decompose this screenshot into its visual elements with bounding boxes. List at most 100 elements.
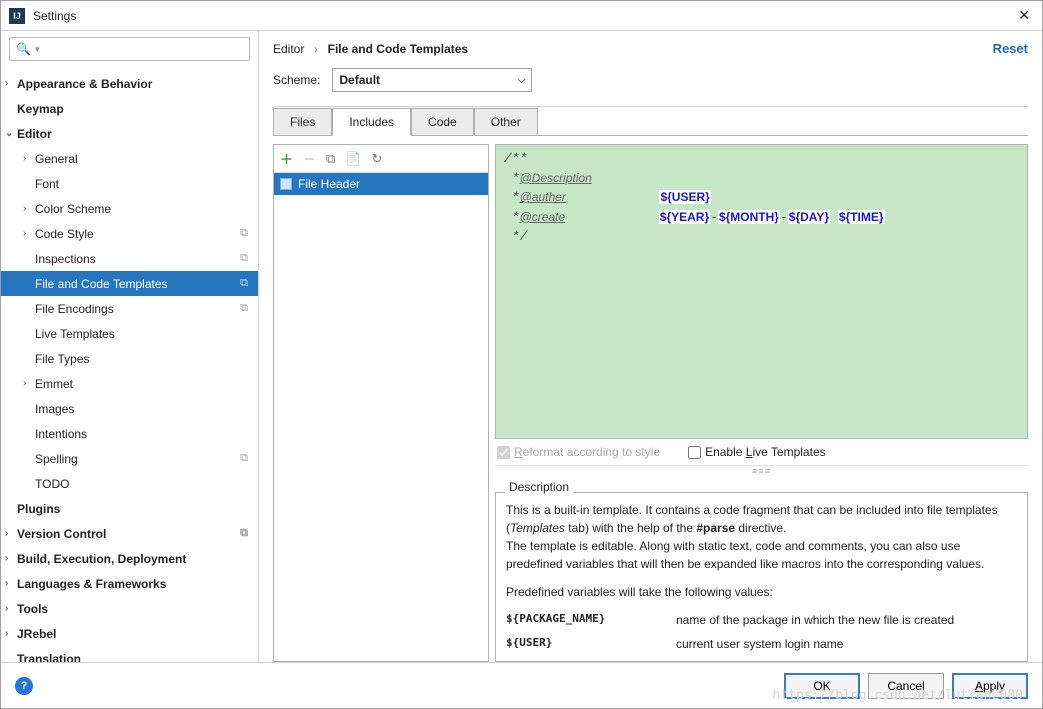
tree-item-label: Font [35, 177, 59, 191]
tree-item[interactable]: Plugins [1, 496, 258, 521]
reformat-check [497, 446, 510, 459]
window-title: Settings [33, 9, 1014, 23]
template-list-item[interactable]: File Header [274, 173, 488, 195]
variable-desc: current user system login name [676, 635, 843, 653]
template-editor[interactable]: /** *@Description *@auther ${USER} *@cre… [495, 144, 1028, 439]
tree-item-label: Color Scheme [35, 202, 111, 216]
expand-arrow-icon[interactable]: › [23, 153, 35, 164]
tree-item[interactable]: ›Appearance & Behavior [1, 71, 258, 96]
expand-arrow-icon[interactable]: › [5, 78, 17, 89]
copy-icon[interactable]: ⧉ [326, 151, 335, 167]
cancel-button[interactable]: Cancel [868, 673, 944, 699]
tree-item[interactable]: ⌄Editor [1, 121, 258, 146]
tree-item-label: Intentions [35, 427, 87, 441]
tree-item-label: General [35, 152, 78, 166]
tab-other[interactable]: Other [474, 108, 538, 136]
tree-item-label: JRebel [17, 627, 56, 641]
expand-arrow-icon[interactable]: › [23, 378, 35, 389]
tree-item[interactable]: Font [1, 171, 258, 196]
tree-item-label: TODO [35, 477, 69, 491]
tree-item-label: Languages & Frameworks [17, 577, 166, 591]
tree-item-label: Spelling [35, 452, 78, 466]
tree-item[interactable]: TODO [1, 471, 258, 496]
description-box: This is a built-in template. It contains… [495, 492, 1028, 662]
tree-item-label: Plugins [17, 502, 60, 516]
tree-item[interactable]: Intentions [1, 421, 258, 446]
remove-icon: － [303, 149, 316, 168]
breadcrumb-current: File and Code Templates [328, 42, 468, 56]
tab-includes[interactable]: Includes [332, 108, 411, 136]
refresh-icon[interactable]: ↻ [372, 151, 383, 167]
tree-item[interactable]: ›Code Style ⧉ [1, 221, 258, 246]
tree-item-label: File Types [35, 352, 89, 366]
tree-item-label: Code Style [35, 227, 94, 241]
tree-item-label: Inspections [35, 252, 96, 266]
tree-item[interactable]: ›Emmet [1, 371, 258, 396]
resize-grip-icon[interactable]: ≡≡≡ [752, 466, 771, 476]
tree-item[interactable]: Live Templates [1, 321, 258, 346]
tabs: FilesIncludesCodeOther [273, 107, 1028, 136]
expand-arrow-icon[interactable]: › [23, 203, 35, 214]
scope-icon: ⧉ [240, 527, 248, 540]
tree-item-label: Images [35, 402, 74, 416]
tree-item-label: Tools [17, 602, 48, 616]
tree-item[interactable]: ›Version Control ⧉ [1, 521, 258, 546]
scope-icon: ⧉ [240, 252, 248, 265]
apply-button[interactable]: Apply [952, 673, 1028, 699]
breadcrumb: Editor › File and Code Templates [273, 41, 993, 56]
expand-arrow-icon[interactable]: › [5, 528, 17, 539]
variable-key: ${PACKAGE_NAME} [506, 611, 676, 629]
description-legend: Description [505, 480, 573, 494]
tree-item[interactable]: Keymap [1, 96, 258, 121]
tree-item-label: Editor [17, 127, 52, 141]
tree-item[interactable]: ›Build, Execution, Deployment [1, 546, 258, 571]
search-icon: 🔍 [16, 42, 31, 56]
sidebar: 🔍 ▾ ›Appearance & BehaviorKeymap⌄Editor›… [1, 31, 259, 662]
tree-item-label: Version Control [17, 527, 106, 541]
tree-item-label: Emmet [35, 377, 73, 391]
tree-item[interactable]: Inspections ⧉ [1, 246, 258, 271]
tab-files[interactable]: Files [273, 108, 332, 136]
tree-item-label: Live Templates [35, 327, 115, 341]
live-check[interactable] [688, 446, 701, 459]
expand-arrow-icon[interactable]: › [5, 628, 17, 639]
tree-item[interactable]: ›JRebel [1, 621, 258, 646]
ok-button[interactable]: OK [784, 673, 860, 699]
tree-item[interactable]: File Types [1, 346, 258, 371]
paste-icon[interactable]: 📄 [345, 151, 361, 167]
search-input[interactable]: 🔍 ▾ [9, 37, 250, 61]
expand-arrow-icon[interactable]: › [5, 578, 17, 589]
tree-item[interactable]: ›Color Scheme [1, 196, 258, 221]
template-list-panel: ＋ － ⧉ 📄 ↻ File Header [273, 144, 489, 662]
tree-item[interactable]: ›General [1, 146, 258, 171]
search-dropdown-icon[interactable]: ▾ [35, 44, 40, 55]
tree-item[interactable]: File Encodings⧉ [1, 296, 258, 321]
tree-item-label: Translation [17, 652, 81, 663]
breadcrumb-root[interactable]: Editor [273, 42, 304, 56]
scheme-select[interactable]: Default ⌵ [332, 68, 532, 92]
settings-tree[interactable]: ›Appearance & BehaviorKeymap⌄Editor›Gene… [1, 67, 258, 662]
app-logo-icon: IJ [9, 8, 25, 24]
expand-arrow-icon[interactable]: › [23, 228, 35, 239]
expand-arrow-icon[interactable]: ⌄ [5, 128, 17, 139]
add-icon[interactable]: ＋ [280, 149, 293, 168]
help-icon[interactable]: ? [15, 677, 33, 695]
tab-code[interactable]: Code [411, 108, 474, 136]
tree-item[interactable]: Images [1, 396, 258, 421]
tree-item[interactable]: Translation [1, 646, 258, 662]
template-name: File Header [298, 177, 360, 191]
expand-arrow-icon[interactable]: › [5, 603, 17, 614]
reformat-checkbox: Reformat according to style [497, 445, 660, 459]
tree-item-label: Appearance & Behavior [17, 77, 152, 91]
reset-link[interactable]: Reset [993, 41, 1028, 56]
tree-item[interactable]: Spelling⧉ [1, 446, 258, 471]
close-icon[interactable]: ✕ [1014, 7, 1034, 24]
expand-arrow-icon[interactable]: › [5, 553, 17, 564]
tree-item[interactable]: ›Languages & Frameworks [1, 571, 258, 596]
tree-item-label: File Encodings [35, 302, 114, 316]
scope-icon: ⧉ [240, 227, 248, 240]
variable-row: ${USER}current user system login name [506, 635, 1017, 653]
live-templates-checkbox[interactable]: Enable Live Templates [688, 445, 826, 459]
tree-item[interactable]: ›Tools [1, 596, 258, 621]
tree-item[interactable]: File and Code Templates⧉ [1, 271, 258, 296]
